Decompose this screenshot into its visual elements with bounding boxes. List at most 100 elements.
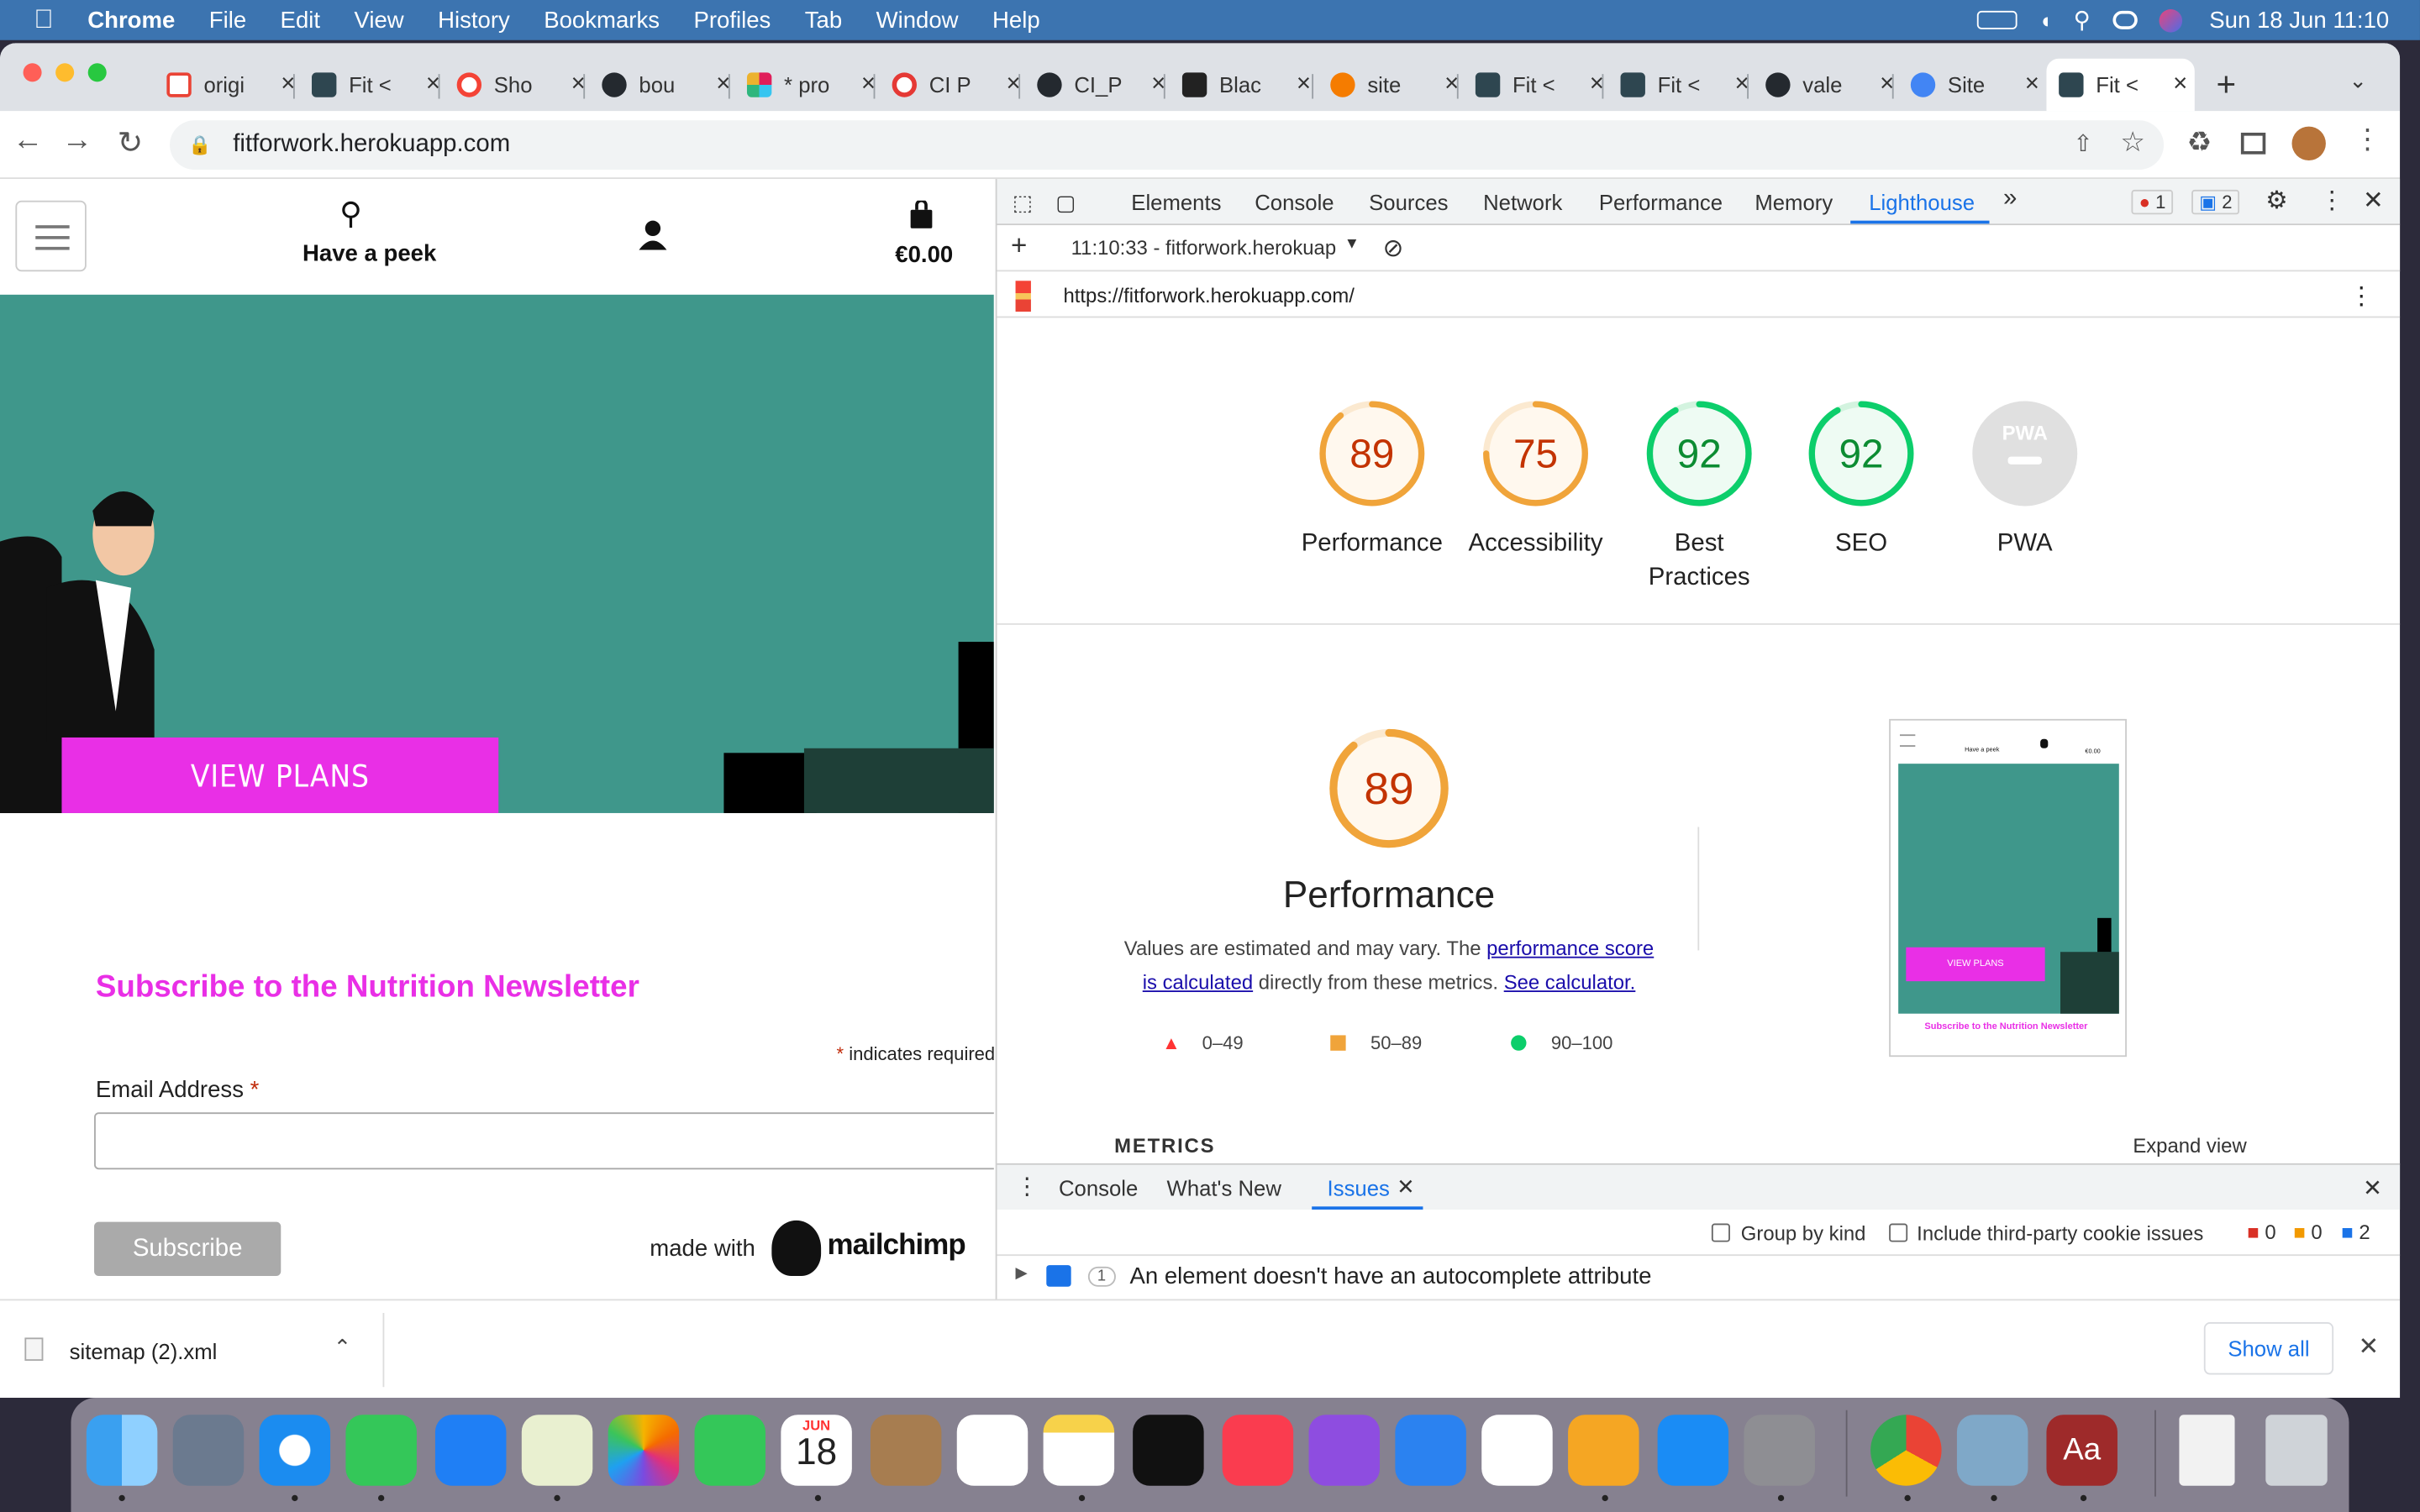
wifi-icon[interactable]: ◖ — [2039, 8, 2052, 32]
apple-tv-icon[interactable] — [1133, 1415, 1204, 1486]
menu-edit[interactable]: Edit — [281, 7, 320, 33]
tab-search-icon[interactable]: ⌄ — [2349, 68, 2367, 94]
address-bar[interactable]: 🔒 fitforwork.herokuapp.com ⇧ ☆ — [170, 120, 2165, 171]
calendar-icon[interactable]: JUN 18 — [781, 1415, 852, 1486]
podcasts-icon[interactable] — [1308, 1415, 1381, 1486]
chevron-up-icon[interactable]: ⌃ — [334, 1335, 352, 1361]
new-tab-icon[interactable]: + — [2217, 65, 2237, 105]
browser-tab[interactable]: CI P × — [880, 59, 1021, 111]
expand-issue-icon[interactable]: ▶ — [1016, 1265, 1028, 1282]
menu-help[interactable]: Help — [992, 7, 1040, 33]
mail-icon[interactable] — [434, 1415, 507, 1486]
subscribe-button[interactable]: Subscribe — [94, 1221, 281, 1276]
more-tabs-icon[interactable]: » — [2003, 185, 2017, 213]
chrome-icon[interactable] — [1870, 1415, 1942, 1486]
reminders-icon[interactable] — [956, 1415, 1028, 1486]
view-plans-button[interactable]: VIEW PLANS — [61, 737, 499, 813]
message-count-badge[interactable]: ▣ 2 — [2191, 189, 2240, 215]
maps-icon[interactable] — [521, 1415, 593, 1486]
email-field[interactable] — [94, 1112, 994, 1170]
show-all-button[interactable]: Show all — [2203, 1322, 2334, 1375]
browser-tab[interactable]: origi × — [155, 59, 295, 111]
cart-total[interactable]: €0.00 — [895, 242, 953, 268]
browser-tab-active[interactable]: Fit < × — [2046, 58, 2195, 112]
close-devtools-icon[interactable]: ✕ — [2363, 185, 2384, 216]
menu-history[interactable]: History — [438, 7, 510, 33]
zoom-window-button[interactable] — [87, 63, 107, 82]
back-icon[interactable]: ← — [13, 123, 44, 159]
close-issues-tab-icon[interactable]: ✕ — [1397, 1174, 1415, 1200]
finder-icon[interactable] — [86, 1415, 158, 1486]
error-count-badge[interactable]: ● 1 — [2131, 189, 2174, 215]
clear-reports-icon[interactable]: ⊘ — [1383, 233, 1404, 264]
dictionary-icon[interactable]: Aa — [2046, 1415, 2118, 1486]
launchpad-icon[interactable] — [172, 1415, 245, 1486]
menu-window[interactable]: Window — [876, 7, 959, 33]
group-by-kind-checkbox[interactable] — [1711, 1223, 1730, 1242]
tab-memory[interactable]: Memory — [1754, 190, 1833, 214]
tab-network[interactable]: Network — [1483, 190, 1562, 214]
numbers-icon[interactable] — [1481, 1415, 1553, 1486]
tab-lighthouse[interactable]: Lighthouse — [1869, 190, 1975, 214]
drawer-tab-issues[interactable]: Issues — [1328, 1176, 1390, 1200]
expand-view-toggle[interactable]: Expand view — [2133, 1134, 2246, 1158]
browser-tab[interactable]: vale × — [1753, 59, 1894, 111]
close-tab-icon[interactable]: × — [1297, 71, 1311, 98]
browser-tab[interactable]: CI_P × — [1025, 59, 1165, 111]
siri-icon[interactable] — [2158, 8, 2182, 32]
drawer-menu-icon[interactable]: ⋮ — [1016, 1173, 1039, 1200]
trash-icon[interactable] — [2265, 1415, 2328, 1486]
avatar[interactable] — [2291, 126, 2326, 161]
hamburger-menu-button[interactable] — [15, 200, 87, 272]
account-icon[interactable] — [639, 219, 667, 250]
see-calculator-link[interactable]: See calculator. — [1504, 970, 1636, 994]
menu-bookmarks[interactable]: Bookmarks — [544, 7, 660, 33]
minimize-window-button[interactable] — [55, 63, 75, 82]
menu-app-name[interactable]: Chrome — [87, 7, 175, 33]
drawer-tab-whats-new[interactable]: What's New — [1167, 1176, 1281, 1200]
lock-icon[interactable]: 🔒 — [188, 134, 211, 156]
browser-tab[interactable]: Fit < × — [299, 59, 440, 111]
third-party-checkbox[interactable] — [1889, 1223, 1908, 1242]
browser-tab[interactable]: Blac × — [1170, 59, 1311, 111]
system-preferences-icon[interactable] — [1744, 1415, 1815, 1486]
final-screenshot-thumbnail[interactable]: Have a peek €0.00 VIEW PLANS Subscribe t… — [1889, 718, 2127, 1058]
new-report-icon[interactable]: + — [1011, 230, 1027, 263]
search-label[interactable]: Have a peek — [302, 241, 436, 267]
browser-tab[interactable]: Fit < × — [1463, 59, 1604, 111]
browser-tab[interactable]: Site × — [1898, 59, 2039, 111]
extensions-icon[interactable]: ♻ — [2187, 127, 2212, 160]
report-url[interactable]: https://fitforwork.herokuapp.com/ — [1063, 284, 1354, 307]
side-panel-icon[interactable] — [2240, 132, 2266, 155]
chrome-menu-icon[interactable]: ⋮ — [2354, 123, 2381, 156]
notes-icon[interactable] — [1043, 1415, 1115, 1486]
browser-tab[interactable]: site × — [1318, 59, 1459, 111]
share-icon[interactable]: ⇧ — [2073, 129, 2092, 157]
search-icon[interactable]: ⚲ — [339, 194, 362, 233]
tab-elements[interactable]: Elements — [1131, 190, 1221, 214]
xml-document-icon[interactable] — [2179, 1415, 2235, 1486]
browser-tab[interactable]: * pro × — [734, 59, 876, 111]
forward-icon[interactable]: → — [61, 123, 92, 159]
close-tab-icon[interactable]: × — [2173, 71, 2187, 98]
close-drawer-icon[interactable]: ✕ — [2363, 1174, 2382, 1202]
keynote-icon[interactable] — [1395, 1415, 1466, 1486]
drawer-tab-console[interactable]: Console — [1059, 1176, 1138, 1200]
music-icon[interactable] — [1222, 1415, 1294, 1486]
preview-icon[interactable] — [1956, 1415, 2028, 1486]
tab-performance[interactable]: Performance — [1599, 190, 1723, 214]
reload-icon[interactable]: ↻ — [118, 123, 144, 162]
menu-file[interactable]: File — [209, 7, 246, 33]
browser-tab[interactable]: bou × — [590, 59, 730, 111]
tab-sources[interactable]: Sources — [1369, 190, 1448, 214]
gauge-accessibility[interactable]: 75 Accessibility — [1443, 398, 1628, 562]
safari-icon[interactable] — [259, 1415, 331, 1486]
download-filename[interactable]: sitemap (2).xml — [70, 1339, 218, 1363]
close-window-button[interactable] — [23, 63, 42, 82]
gauge-best-practices[interactable]: 92 Best Practices — [1607, 398, 1791, 596]
tab-console[interactable]: Console — [1255, 190, 1334, 214]
spotlight-icon[interactable]: ⚲ — [2074, 6, 2091, 34]
issue-row[interactable]: ▶ 1 An element doesn't have an autocompl… — [997, 1256, 2401, 1299]
pages-icon[interactable] — [1568, 1415, 1639, 1486]
report-select[interactable]: 11:10:33 - fitforwork.herokuap — [1071, 236, 1359, 260]
